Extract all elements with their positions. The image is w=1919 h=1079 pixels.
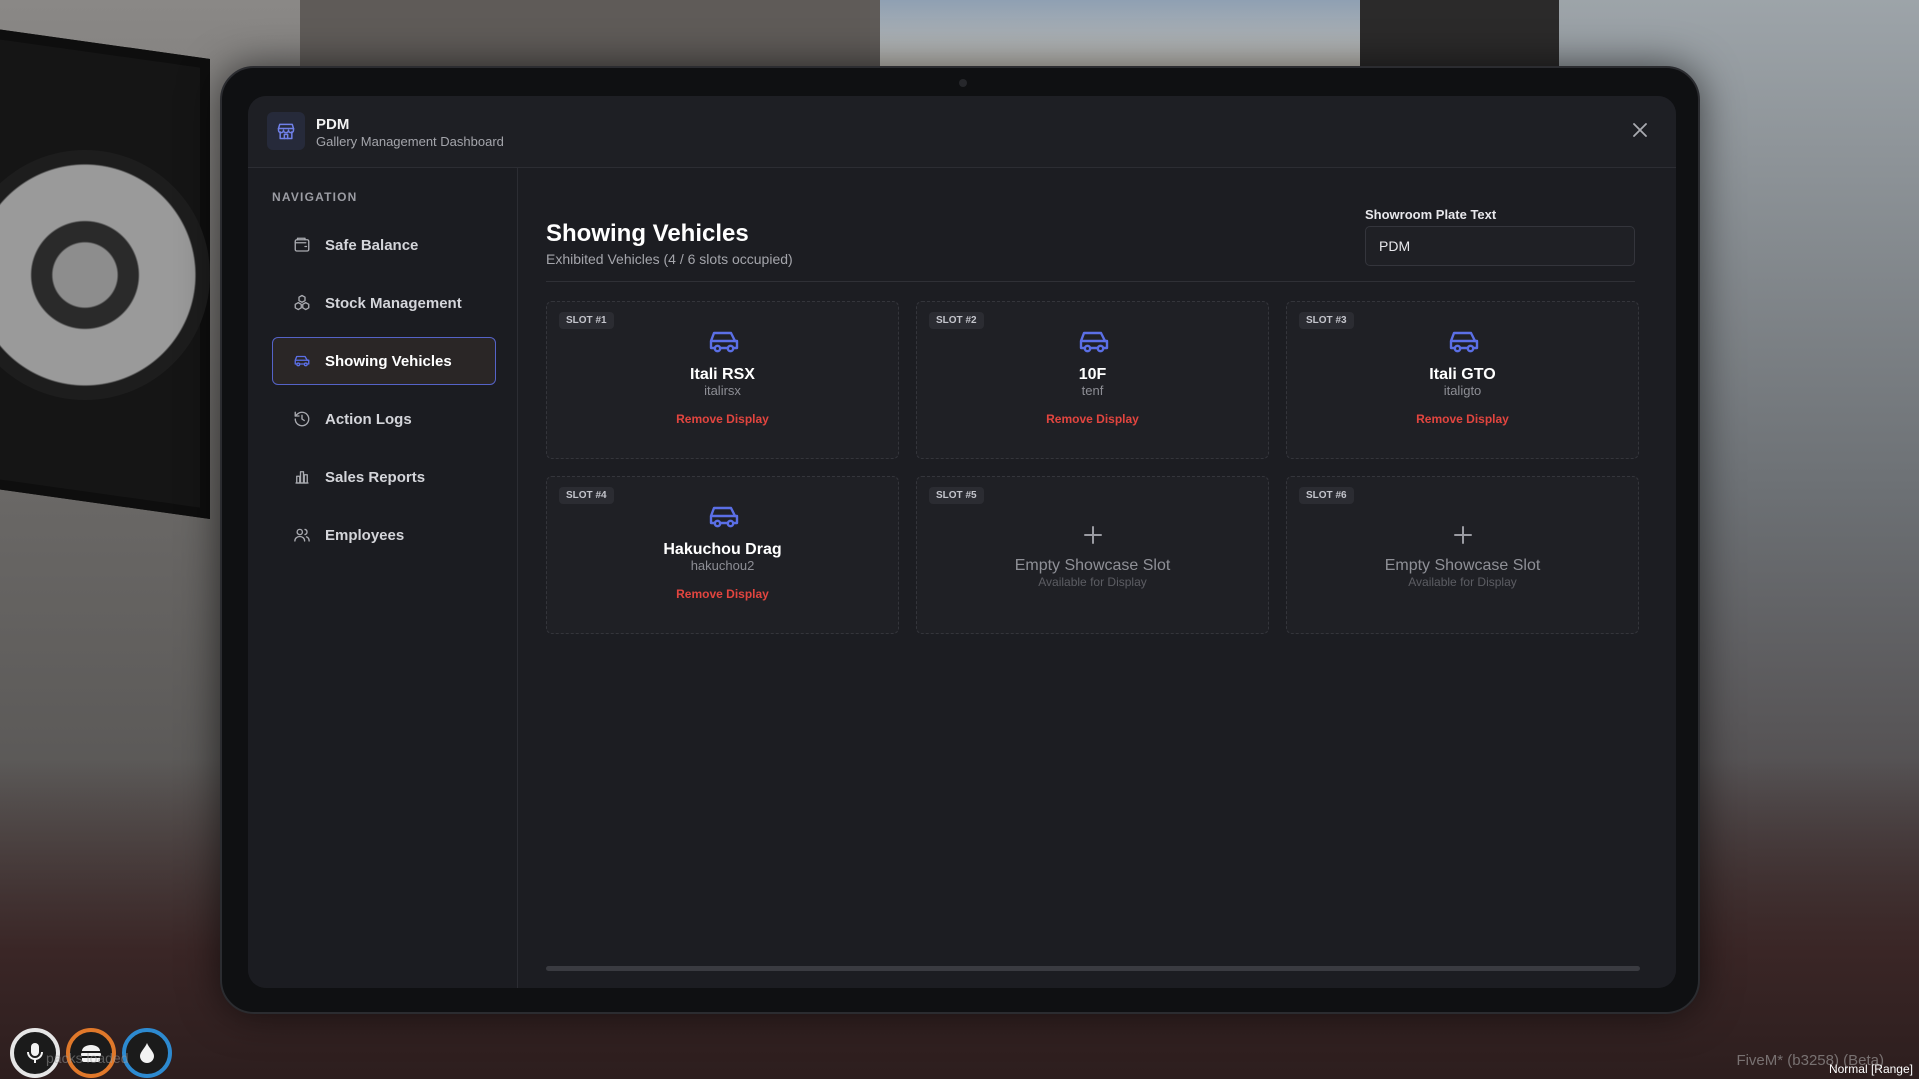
slot-badge: SLOT #3 (1299, 312, 1354, 329)
vehicle-name: Itali RSX (690, 366, 755, 383)
sidebar-item-label: Employees (325, 526, 405, 544)
header-divider (546, 281, 1635, 282)
empty-slot-title: Empty Showcase Slot (1384, 557, 1541, 574)
vehicle-name: 10F (1078, 366, 1107, 383)
wallet-icon (294, 237, 310, 252)
app-title: PDM (316, 116, 350, 133)
slot-card-1: SLOT #1 Itali RSX italirsx Remove Displa… (546, 301, 899, 459)
sidebar-item-label: Showing Vehicles (325, 352, 452, 370)
slot-card-2: SLOT #2 10F tenf Remove Display (916, 301, 1269, 459)
page-subtitle: Exhibited Vehicles (4 / 6 slots occupied… (546, 251, 793, 267)
sidebar-item-stock-management[interactable]: Stock Management (272, 279, 496, 327)
vehicle-model: hakuchou2 (690, 558, 755, 573)
history-icon (294, 411, 310, 427)
vehicle-model: italirsx (704, 383, 741, 398)
empty-slot-subtitle: Available for Display (1038, 575, 1147, 589)
tablet-screen: PDM Gallery Management Dashboard NAVIGAT… (248, 96, 1676, 988)
empty-slot-title: Empty Showcase Slot (1014, 557, 1171, 574)
empty-slot-5[interactable]: SLOT #5 Empty Showcase Slot Available fo… (916, 476, 1269, 634)
nav-list: Safe Balance Stock Management Showing Ve… (272, 221, 496, 569)
plus-icon (1084, 526, 1102, 544)
sidebar-item-label: Stock Management (325, 294, 462, 312)
thirst-hud (122, 1028, 172, 1078)
vehicle-name: Itali GTO (1429, 366, 1496, 383)
car-icon (709, 506, 739, 528)
store-icon (267, 112, 305, 150)
microphone-icon (27, 1043, 43, 1063)
horizontal-scrollbar[interactable] (546, 966, 1640, 971)
sidebar-item-sales-reports[interactable]: Sales Reports (272, 453, 496, 501)
car-icon (1079, 331, 1109, 353)
slot-badge: SLOT #6 (1299, 487, 1354, 504)
sidebar-item-safe-balance[interactable]: Safe Balance (272, 221, 496, 269)
tablet-camera (959, 79, 967, 87)
close-button[interactable] (1630, 120, 1650, 140)
remove-display-button[interactable]: Remove Display (547, 412, 898, 426)
close-icon (1633, 123, 1647, 137)
slot-badge: SLOT #5 (929, 487, 984, 504)
main-content: Showing Vehicles Exhibited Vehicles (4 /… (519, 168, 1676, 988)
sidebar-item-label: Action Logs (325, 410, 412, 428)
nav-heading: NAVIGATION (272, 190, 358, 204)
slot-card-4: SLOT #4 Hakuchou Drag hakuchou2 Remove D… (546, 476, 899, 634)
slot-badge: SLOT #1 (559, 312, 614, 329)
sidebar-item-action-logs[interactable]: Action Logs (272, 395, 496, 443)
boxes-icon (294, 294, 310, 311)
tablet-frame: PDM Gallery Management Dashboard NAVIGAT… (220, 66, 1700, 1014)
slot-badge: SLOT #4 (559, 487, 614, 504)
app-header: PDM Gallery Management Dashboard (248, 96, 1676, 168)
vehicle-name: Hakuchou Drag (663, 541, 782, 558)
vehicle-model: italigto (1443, 383, 1482, 398)
sidebar-item-employees[interactable]: Employees (272, 511, 496, 559)
empty-slot-subtitle: Available for Display (1408, 575, 1517, 589)
users-icon (294, 528, 310, 542)
sidebar-item-label: Safe Balance (325, 236, 419, 254)
remove-display-button[interactable]: Remove Display (1287, 412, 1638, 426)
bar-chart-icon (295, 471, 309, 484)
sidebar: NAVIGATION Safe Balance Stock Management (248, 168, 518, 988)
slot-badge: SLOT #2 (929, 312, 984, 329)
water-drop-icon (140, 1043, 154, 1063)
remove-display-button[interactable]: Remove Display (547, 587, 898, 601)
overlay-status-text: packs loaded (46, 1050, 129, 1066)
app-subtitle: Gallery Management Dashboard (316, 134, 504, 149)
empty-slot-6[interactable]: SLOT #6 Empty Showcase Slot Available fo… (1286, 476, 1639, 634)
car-icon (1449, 331, 1479, 353)
sidebar-item-label: Sales Reports (325, 468, 426, 486)
vehicle-model: tenf (1081, 383, 1104, 398)
car-icon (294, 355, 310, 367)
plus-icon (1454, 526, 1472, 544)
voice-range-label: Normal [Range] (1828, 1062, 1913, 1076)
sidebar-item-showing-vehicles[interactable]: Showing Vehicles (272, 337, 496, 385)
car-icon (709, 331, 739, 353)
plate-text-label: Showroom Plate Text (1365, 207, 1497, 222)
slot-card-3: SLOT #3 Itali GTO italigto Remove Displa… (1286, 301, 1639, 459)
page-title: Showing Vehicles (546, 220, 749, 247)
plate-text-input[interactable] (1365, 226, 1635, 266)
remove-display-button[interactable]: Remove Display (917, 412, 1268, 426)
